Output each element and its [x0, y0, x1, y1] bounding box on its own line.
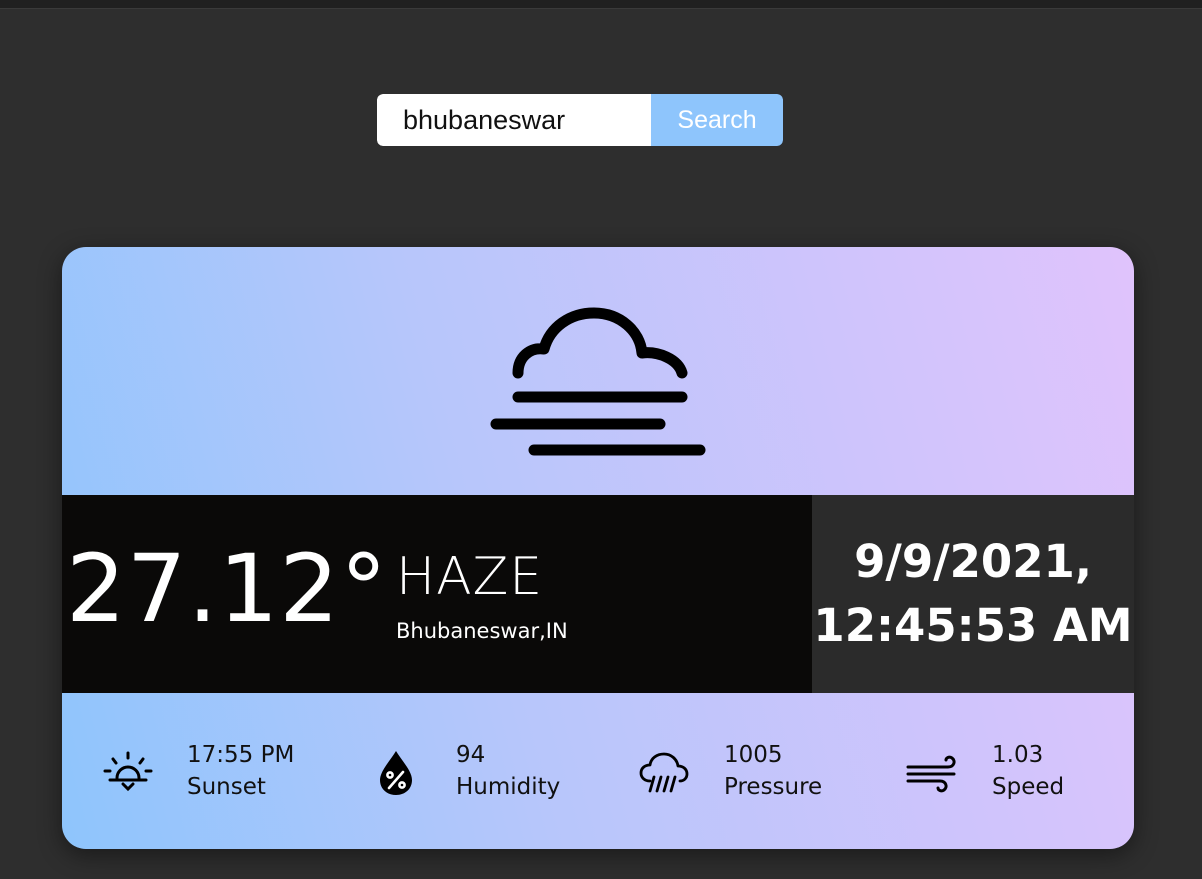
wind-icon [906, 755, 956, 793]
pressure-label: Pressure [724, 774, 823, 800]
humidity-icon [380, 751, 412, 795]
weather-condition: HAZE [396, 547, 544, 607]
sunset-icon [103, 751, 153, 792]
sunset-label: Sunset [187, 774, 266, 800]
wind-speed-label: Speed [992, 774, 1065, 800]
pressure-value: 1005 [724, 742, 783, 768]
haze-icon [490, 307, 706, 456]
humidity-value: 94 [456, 742, 486, 768]
weather-icon-area [62, 247, 1134, 495]
browser-top-bar [0, 0, 1202, 9]
temperature-panel: 27.12° HAZE Bhubaneswar,IN [62, 495, 812, 693]
sunset-time: 17:55 PM [187, 742, 295, 768]
weather-stats: 17:55 PM Sunset 94 Humidity 1005 Pressur… [62, 693, 1134, 849]
humidity-label: Humidity [456, 774, 561, 800]
time-text: 12:45:53 AM [813, 599, 1133, 652]
search-bar: Search [377, 94, 783, 146]
temperature-value: 27.12° [66, 535, 389, 644]
pressure-icon [639, 752, 689, 793]
search-button[interactable]: Search [651, 94, 783, 146]
wind-speed-value: 1.03 [992, 742, 1044, 768]
weather-info-band: 27.12° HAZE Bhubaneswar,IN 9/9/2021, 12:… [62, 495, 1134, 693]
weather-card: 27.12° HAZE Bhubaneswar,IN 9/9/2021, 12:… [62, 247, 1134, 849]
city-search-input[interactable] [377, 94, 651, 146]
location-name: Bhubaneswar,IN [396, 619, 568, 643]
date-text: 9/9/2021, [854, 535, 1092, 588]
datetime-panel: 9/9/2021, 12:45:53 AM [812, 495, 1134, 693]
